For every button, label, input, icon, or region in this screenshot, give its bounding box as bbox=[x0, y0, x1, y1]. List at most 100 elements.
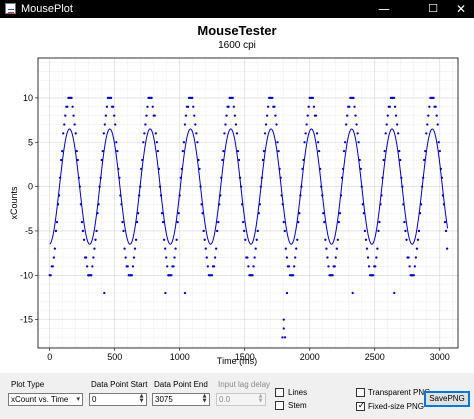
data-point bbox=[423, 158, 426, 162]
data-point bbox=[367, 265, 371, 268]
data-point bbox=[138, 194, 141, 197]
data-point bbox=[376, 247, 379, 250]
data-point bbox=[294, 256, 297, 259]
data-point bbox=[351, 291, 354, 295]
data-point bbox=[227, 105, 230, 108]
data-point bbox=[57, 194, 61, 197]
controls-panel: Plot Type xCount vs. Time ▾ Data Point S… bbox=[0, 373, 474, 419]
data-point bbox=[214, 247, 218, 250]
data-point bbox=[282, 220, 285, 224]
data-point bbox=[323, 220, 326, 224]
plot-type-select[interactable]: xCount vs. Time ▾ bbox=[8, 393, 83, 406]
fixed-size-png-checkbox[interactable]: ✓ bbox=[356, 401, 366, 411]
data-point bbox=[103, 291, 106, 295]
lines-checkbox[interactable] bbox=[275, 388, 284, 397]
y-tick-label: 5 bbox=[28, 137, 33, 147]
data-point-start-input[interactable]: 0 ▲ ▼ bbox=[89, 393, 147, 406]
minimize-icon[interactable]: — bbox=[369, 0, 399, 18]
data-point bbox=[276, 141, 279, 144]
data-point bbox=[156, 149, 160, 153]
data-point bbox=[174, 247, 177, 250]
data-point bbox=[273, 105, 276, 108]
data-point bbox=[311, 96, 315, 100]
data-point bbox=[133, 247, 137, 250]
lines-label: Lines bbox=[288, 388, 308, 397]
data-point bbox=[102, 132, 105, 135]
maximize-icon[interactable]: ☐ bbox=[418, 0, 448, 18]
data-point bbox=[417, 229, 421, 233]
data-point bbox=[64, 114, 67, 117]
data-point bbox=[109, 96, 113, 100]
data-point bbox=[155, 141, 159, 144]
data-point-end-input[interactable]: 3075 ▲ ▼ bbox=[152, 393, 210, 406]
data-point-start-value: 0 bbox=[92, 395, 97, 404]
data-point bbox=[407, 256, 410, 259]
data-point bbox=[126, 265, 129, 268]
data-point bbox=[419, 203, 423, 206]
data-point bbox=[159, 194, 163, 197]
spinner-icon[interactable]: ▲ ▼ bbox=[138, 394, 145, 405]
data-point bbox=[112, 105, 115, 108]
data-point bbox=[382, 158, 385, 162]
save-png-button[interactable]: SavePNG bbox=[424, 391, 470, 407]
plot-type-label: Plot Type bbox=[11, 380, 45, 389]
data-point bbox=[440, 176, 444, 179]
transparent-png-checkbox[interactable] bbox=[356, 388, 365, 397]
data-point bbox=[143, 132, 146, 135]
data-point bbox=[177, 212, 180, 215]
data-point bbox=[285, 256, 289, 259]
close-icon[interactable]: ✕ bbox=[448, 0, 474, 18]
data-point bbox=[393, 291, 396, 295]
data-point bbox=[123, 247, 126, 250]
data-point bbox=[239, 185, 243, 188]
data-point bbox=[84, 256, 88, 259]
data-point bbox=[414, 256, 418, 259]
data-point bbox=[261, 158, 265, 162]
data-point bbox=[346, 114, 349, 117]
window-titlebar: MousePlot — ☐ ✕ bbox=[0, 0, 474, 18]
data-point bbox=[117, 167, 120, 171]
data-point bbox=[198, 167, 201, 171]
data-point bbox=[363, 229, 367, 233]
data-point bbox=[306, 114, 309, 117]
data-point bbox=[281, 203, 284, 206]
stem-checkbox[interactable] bbox=[275, 401, 284, 410]
data-point bbox=[90, 274, 93, 277]
data-point-end-value: 3075 bbox=[155, 395, 173, 404]
data-point bbox=[297, 220, 300, 224]
data-point bbox=[378, 220, 381, 224]
data-point bbox=[95, 229, 98, 233]
data-point bbox=[206, 265, 209, 268]
data-point bbox=[296, 238, 299, 241]
data-point bbox=[264, 123, 268, 126]
data-point bbox=[233, 114, 237, 117]
data-point bbox=[56, 203, 60, 206]
data-point bbox=[119, 194, 122, 197]
data-point bbox=[345, 123, 348, 126]
data-point bbox=[81, 229, 85, 233]
data-point bbox=[301, 167, 304, 171]
data-point bbox=[141, 158, 144, 162]
data-point bbox=[218, 203, 221, 206]
checkmark-icon: ✓ bbox=[357, 401, 366, 411]
plot-area[interactable]: 0 500 1000 1500 2000 2500 3000 -15 -10 -5 0 5 10 Mou… bbox=[0, 18, 474, 373]
spinner-icon[interactable]: ▲ ▼ bbox=[201, 394, 208, 405]
data-point bbox=[361, 203, 364, 206]
data-point bbox=[352, 96, 355, 100]
grid bbox=[38, 58, 458, 348]
data-point bbox=[60, 158, 63, 162]
data-point bbox=[130, 274, 134, 277]
data-point bbox=[299, 194, 302, 197]
data-point bbox=[203, 238, 206, 241]
data-point bbox=[74, 132, 77, 135]
data-point bbox=[223, 132, 226, 135]
input-lag-delay-value: 0.0 bbox=[219, 395, 231, 404]
data-point bbox=[364, 238, 368, 241]
data-point bbox=[79, 203, 83, 206]
data-point bbox=[393, 105, 397, 108]
data-point bbox=[225, 114, 228, 117]
plot-type-value: xCount vs. Time bbox=[11, 395, 69, 404]
data-point bbox=[366, 256, 370, 259]
data-point bbox=[377, 229, 380, 233]
app-icon bbox=[5, 3, 16, 14]
